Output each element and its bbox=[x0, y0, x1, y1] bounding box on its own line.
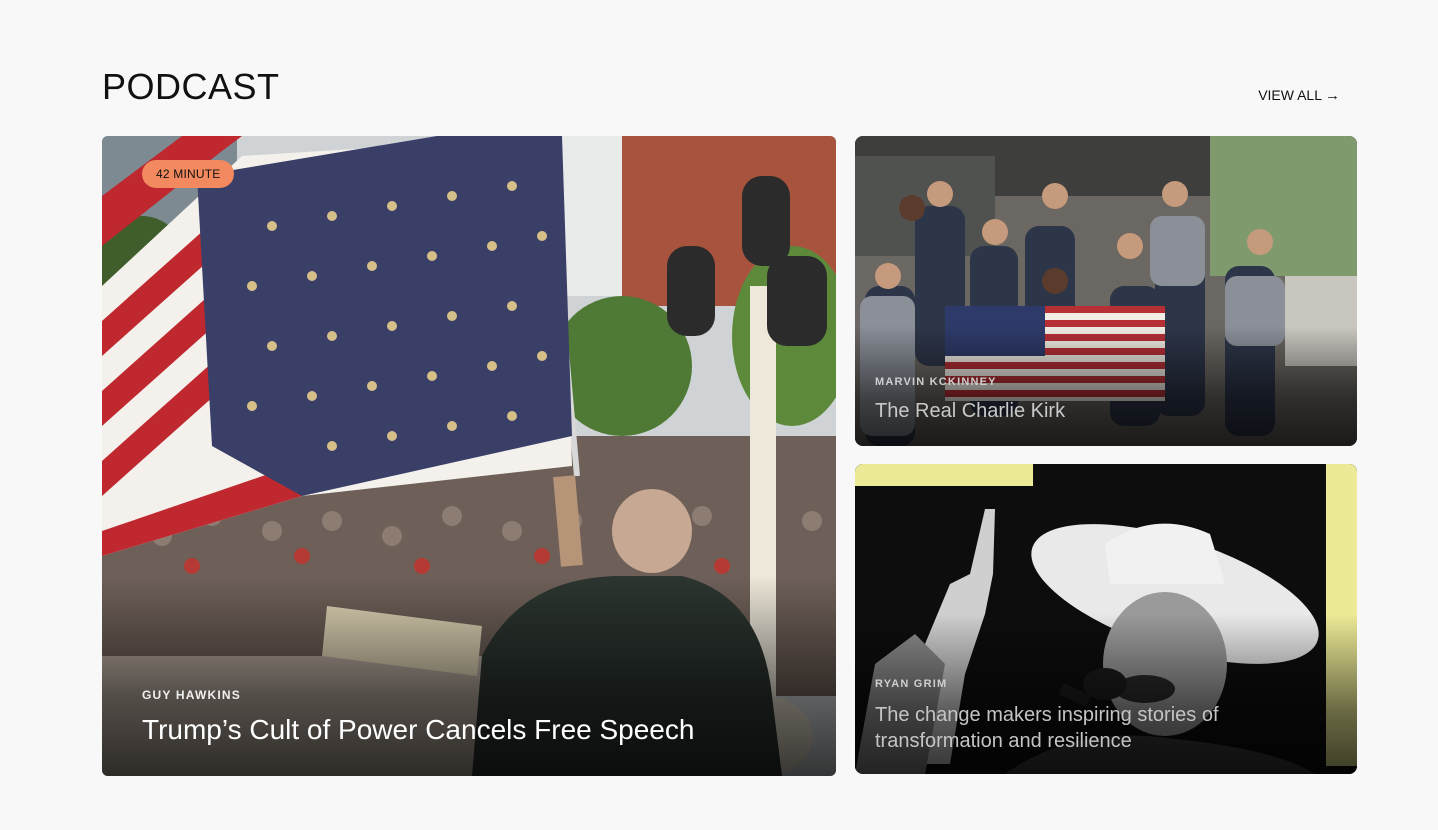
arrow-right-icon: → bbox=[1325, 86, 1340, 104]
podcast-card-featured[interactable]: 42 MINUTE GUY HAWKINS Trump’s Cult of Po… bbox=[102, 136, 836, 776]
card-title[interactable]: The change makers inspiring stories of t… bbox=[875, 702, 1275, 754]
card-author: MARVIN KCKINNEY bbox=[875, 376, 997, 388]
section-title: PODCAST bbox=[102, 66, 280, 107]
podcast-card[interactable]: RYAN GRIM The change makers inspiring st… bbox=[855, 464, 1357, 774]
card-title[interactable]: Trump’s Cult of Power Cancels Free Speec… bbox=[142, 714, 802, 746]
podcast-section: PODCAST VIEW ALL → 42 MINUTE GUY HAWKINS… bbox=[0, 0, 1438, 830]
view-all-link[interactable]: VIEW ALL → bbox=[1258, 87, 1340, 103]
card-title[interactable]: The Real Charlie Kirk bbox=[875, 400, 1335, 423]
view-all-label: VIEW ALL bbox=[1258, 87, 1322, 103]
duration-badge: 42 MINUTE bbox=[142, 160, 235, 188]
card-author: RYAN GRIM bbox=[875, 678, 948, 690]
podcast-card[interactable]: MARVIN KCKINNEY The Real Charlie Kirk bbox=[855, 136, 1357, 446]
card-author: GUY HAWKINS bbox=[142, 688, 241, 702]
